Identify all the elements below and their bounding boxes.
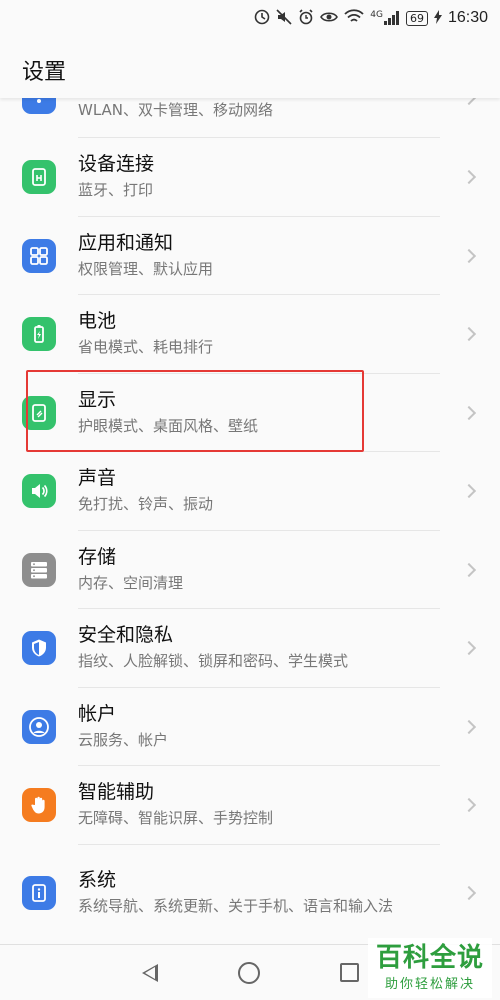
settings-item-title: 电池	[78, 310, 117, 333]
settings-item-title: 声音	[78, 467, 117, 490]
settings-item-title: 智能辅助	[78, 781, 155, 804]
settings-item-storage[interactable]: 存储 内存、空间清理	[0, 531, 500, 609]
account-icon	[22, 709, 56, 744]
settings-item-security[interactable]: 安全和隐私 指纹、人脸解锁、锁屏和密码、学生模式	[0, 609, 500, 688]
home-icon[interactable]	[237, 961, 260, 984]
network-icon	[22, 98, 56, 114]
settings-item-sound[interactable]: 声音 免打扰、铃声、振动	[0, 452, 500, 531]
settings-item-subtitle: 内存、空间清理	[78, 573, 184, 592]
settings-item-subtitle: 指纹、人脸解锁、锁屏和密码、学生模式	[78, 652, 349, 670]
wifi-icon	[344, 9, 364, 27]
battery-indicator: 69	[405, 10, 428, 26]
sound-icon	[22, 474, 56, 509]
display-icon	[22, 395, 56, 430]
signal-icon: 4G	[370, 11, 400, 25]
settings-item-battery[interactable]: 电池 省电模式、耗电排行	[0, 295, 500, 374]
watermark-main-text: 百科全说	[375, 943, 484, 974]
chevron-right-icon	[461, 170, 477, 185]
charging-icon	[433, 9, 442, 27]
settings-item-subtitle: 系统导航、系统更新、关于手机、语言和输入法	[78, 896, 394, 915]
chevron-right-icon	[461, 798, 477, 813]
settings-item-title: 安全和隐私	[78, 624, 174, 647]
chevron-right-icon	[461, 562, 477, 577]
battery-level: 69	[409, 11, 424, 25]
settings-item-assistant[interactable]: 智能辅助 无障碍、智能识屏、手势控制	[0, 766, 500, 845]
settings-list[interactable]: WLAN、双卡管理、移动网络 设备连接 蓝牙、打印 应用和通知 权限管理、默认应…	[0, 98, 500, 944]
device-connection-icon	[22, 160, 56, 195]
settings-item-network[interactable]: WLAN、双卡管理、移动网络	[0, 98, 500, 138]
status-bar: 4G 69 16:30	[0, 0, 500, 36]
eye-comfort-icon	[320, 10, 339, 27]
recent-apps-icon[interactable]	[339, 963, 359, 982]
apps-icon	[22, 238, 56, 273]
system-info-icon	[22, 875, 56, 910]
chevron-right-icon	[461, 248, 477, 263]
settings-item-subtitle: 权限管理、默认应用	[78, 259, 214, 278]
settings-item-subtitle: 护眼模式、桌面风格、壁纸	[78, 416, 259, 435]
settings-item-subtitle: 无障碍、智能识屏、手势控制	[78, 809, 274, 827]
settings-item-display[interactable]: 显示 护眼模式、桌面风格、壁纸	[0, 374, 500, 452]
settings-item-title: 存储	[78, 545, 117, 568]
status-time: 16:30	[447, 9, 488, 26]
settings-item-subtitle: 蓝牙、打印	[78, 181, 154, 199]
chevron-right-icon	[461, 641, 477, 656]
settings-item-subtitle: 省电模式、耗电排行	[78, 338, 214, 356]
settings-item-subtitle: 云服务、帐户	[78, 730, 169, 749]
settings-item-subtitle: WLAN、双卡管理、移动网络	[78, 101, 274, 119]
settings-item-subtitle: 免打扰、铃声、振动	[78, 495, 214, 513]
settings-item-title: 系统	[78, 869, 117, 891]
chevron-right-icon	[461, 719, 477, 734]
settings-item-apps[interactable]: 应用和通知 权限管理、默认应用	[0, 217, 500, 295]
chevron-right-icon	[461, 327, 477, 342]
mute-icon	[276, 8, 292, 28]
chevron-right-icon	[461, 484, 477, 499]
chevron-right-icon	[461, 98, 477, 106]
storage-icon	[22, 552, 56, 587]
settings-item-title: 帐户	[78, 702, 117, 725]
chevron-right-icon	[461, 885, 477, 900]
network-type-label: 4G	[370, 10, 383, 20]
settings-item-title: 设备连接	[78, 153, 155, 176]
settings-item-system[interactable]: 系统 系统导航、系统更新、关于手机、语言和输入法	[0, 845, 500, 941]
back-icon[interactable]	[141, 963, 158, 982]
battery-icon	[22, 317, 56, 352]
settings-item-account[interactable]: 帐户 云服务、帐户	[0, 688, 500, 766]
page-title: 设置	[22, 60, 67, 85]
settings-item-title: 显示	[78, 388, 117, 411]
app-header: 设置	[0, 36, 500, 98]
shield-icon	[22, 631, 56, 666]
chevron-right-icon	[461, 405, 477, 420]
data-saver-icon	[254, 9, 270, 28]
settings-item-device-connection[interactable]: 设备连接 蓝牙、打印	[0, 138, 500, 217]
hand-icon	[22, 788, 56, 823]
watermark-sub-text: 助你轻松解决	[384, 976, 475, 992]
alarm-icon	[298, 8, 314, 28]
watermark-logo: 百科全说 助你轻松解决	[368, 938, 492, 998]
settings-item-title: 应用和通知	[78, 231, 174, 254]
